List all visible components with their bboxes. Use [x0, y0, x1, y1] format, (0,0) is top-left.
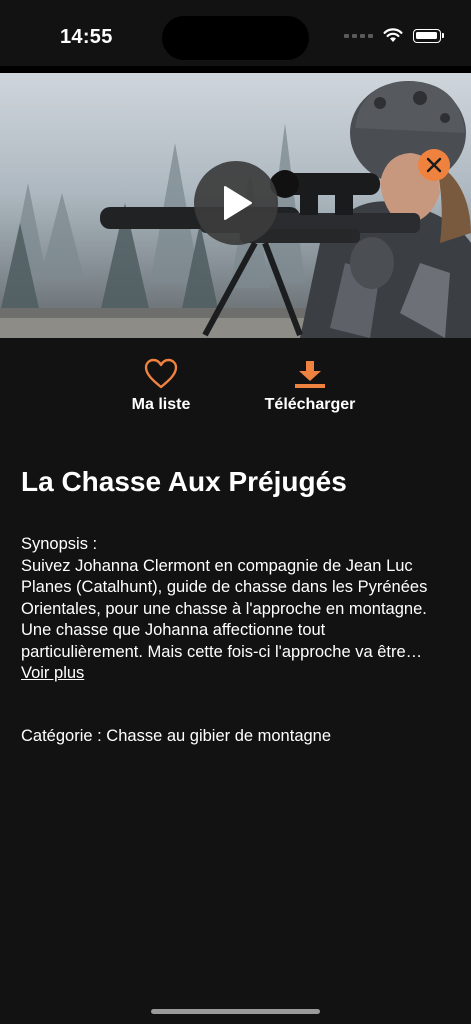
heart-icon [144, 358, 178, 389]
my-list-label: Ma liste [131, 396, 191, 413]
download-label: Télécharger [264, 396, 356, 413]
see-more-link[interactable]: Voir plus [21, 663, 84, 685]
close-button[interactable] [418, 149, 450, 181]
status-time: 14:55 [60, 26, 113, 48]
battery-icon [413, 28, 444, 43]
dynamic-island [162, 16, 309, 60]
synopsis: Synopsis : Suivez Johanna Clermont en co… [21, 534, 449, 685]
cellular-signal-icon [344, 33, 373, 38]
close-icon [426, 157, 442, 173]
category-label: Catégorie : Chasse au gibier de montagne [21, 727, 332, 745]
my-list-button[interactable]: Ma liste [122, 358, 200, 414]
wifi-icon [383, 28, 403, 42]
synopsis-body: Synopsis : Suivez Johanna Clermont en co… [21, 534, 449, 663]
download-icon [295, 361, 325, 388]
download-button[interactable]: Télécharger [250, 358, 370, 414]
header-divider [0, 66, 471, 73]
video-title: La Chasse Aux Préjugés [21, 466, 347, 497]
status-icons [344, 28, 444, 43]
video-thumbnail[interactable] [0, 73, 471, 338]
action-bar: Ma liste Télécharger [0, 358, 471, 428]
home-indicator[interactable] [151, 1009, 320, 1014]
play-icon [224, 186, 252, 220]
play-button[interactable] [194, 161, 278, 245]
status-bar: 14:55 [0, 0, 471, 66]
synopsis-heading: Synopsis : [21, 535, 98, 553]
synopsis-text: Suivez Johanna Clermont en compagnie de … [21, 556, 428, 661]
